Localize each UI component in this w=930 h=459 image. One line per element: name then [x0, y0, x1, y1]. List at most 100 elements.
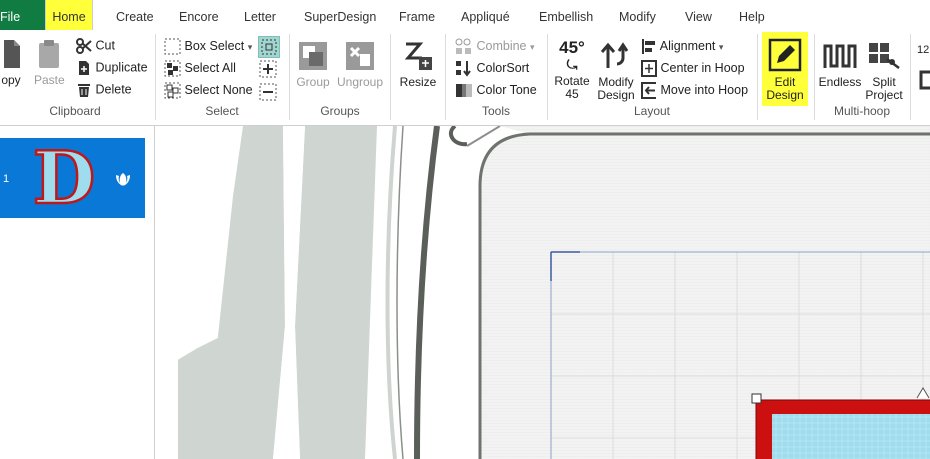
box-select-icon	[164, 38, 181, 55]
tab-help[interactable]: Help	[739, 0, 765, 30]
alignment-icon	[642, 39, 655, 54]
pencil-icon	[768, 38, 802, 72]
colorsort-label: ColorSort	[476, 60, 530, 75]
canvas-drawing	[155, 126, 930, 459]
combine-button[interactable]: Combine ▾	[455, 38, 535, 55]
select-frame-icon	[261, 39, 277, 55]
colortone-label: Color Tone	[476, 82, 537, 97]
select-all-button[interactable]: Select All	[164, 60, 236, 77]
box-select-button[interactable]: Box Select ▾	[164, 38, 252, 55]
tab-home[interactable]: Home	[45, 0, 93, 30]
rotate-icon: 45° ⤿	[559, 38, 585, 72]
split-project-button[interactable]: Split Project	[862, 40, 906, 102]
selection-handle[interactable]	[751, 393, 762, 404]
plus-box-icon	[259, 60, 277, 78]
center-in-hoop-label: Center in Hoop	[660, 60, 745, 75]
resize-label: Resize	[399, 75, 437, 89]
minus-box-icon	[259, 83, 277, 101]
resize-icon	[404, 42, 432, 70]
tab-letter[interactable]: Letter	[244, 0, 276, 30]
resize-button[interactable]: Resize	[398, 40, 438, 89]
endless-icon	[823, 44, 857, 68]
tab-applique[interactable]: Appliqué	[461, 0, 510, 30]
rotate-45-button[interactable]: 45° ⤿ Rotate 45	[550, 38, 594, 101]
alignment-label: Alignment	[659, 38, 716, 53]
design-index: 1	[3, 173, 10, 185]
rotate-label-2: 45	[565, 87, 579, 101]
chevron-down-icon: ▾	[247, 41, 253, 52]
combine-icon	[455, 38, 471, 54]
box-select-label: Box Select	[184, 38, 245, 53]
design-fabric-fill	[772, 414, 930, 459]
colortone-button[interactable]: Color Tone	[455, 82, 537, 99]
endless-label: Endless	[818, 75, 862, 89]
ungroup-icon	[346, 42, 374, 70]
tab-view[interactable]: View	[685, 0, 712, 30]
center-hoop-icon	[641, 60, 657, 77]
select-group-label: Select	[205, 104, 239, 118]
design-list-pane: 1 D D	[0, 126, 155, 459]
ungroup-button[interactable]: Ungroup	[335, 40, 385, 89]
edit-label-1: Edit	[774, 75, 796, 89]
remove-from-selection-button[interactable]	[259, 83, 277, 104]
modify-design-icon	[600, 42, 629, 68]
modify-design-button[interactable]: Modify Design	[594, 40, 638, 102]
group-icon	[299, 42, 327, 70]
layout-group-label: Layout	[633, 104, 671, 118]
clipboard-icon	[39, 40, 59, 68]
colorsort-button[interactable]: ColorSort	[455, 60, 529, 77]
tab-encore[interactable]: Encore	[179, 0, 219, 30]
select-none-label: Select None	[184, 82, 253, 97]
split-label-1: Split	[872, 75, 896, 89]
colortone-icon	[456, 84, 472, 97]
split-label-2: Project	[865, 88, 903, 102]
cut-button[interactable]: Cut	[76, 38, 115, 54]
move-into-hoop-label: Move into Hoop	[660, 82, 749, 97]
applique-icon	[116, 173, 130, 186]
tab-frame[interactable]: Frame	[399, 0, 435, 30]
truncated-icon	[918, 70, 930, 93]
paste-label: Paste	[34, 73, 65, 87]
paste-button[interactable]: Paste	[34, 38, 65, 87]
endless-button[interactable]: Endless	[818, 40, 862, 89]
modify-label-1: Modify	[598, 75, 634, 89]
tab-embellish[interactable]: Embellish	[539, 0, 593, 30]
tab-modify[interactable]: Modify	[619, 0, 656, 30]
combine-label: Combine	[476, 38, 527, 53]
design-letter-fill: D	[33, 142, 95, 208]
tab-create[interactable]: Create	[116, 0, 154, 30]
duplicate-label: Duplicate	[95, 60, 148, 75]
design-thumbnail: D D	[32, 142, 96, 208]
truncated-value: 12	[917, 44, 930, 56]
design-list-item[interactable]: 1 D D	[0, 138, 145, 218]
select-mode-toggle[interactable]	[258, 36, 280, 58]
alignment-button[interactable]: Alignment ▾	[641, 38, 723, 55]
select-all-label: Select All	[184, 60, 236, 75]
separator	[390, 34, 391, 120]
center-in-hoop-button[interactable]: Center in Hoop	[641, 60, 745, 77]
add-to-selection-button[interactable]	[259, 60, 277, 81]
move-hoop-icon	[641, 82, 656, 99]
duplicate-button[interactable]: Duplicate	[76, 60, 148, 76]
edit-design-button[interactable]: Edit Design	[762, 32, 808, 106]
clipboard-group-label: Clipboard	[49, 104, 101, 118]
copy-button[interactable]: opy	[0, 38, 26, 87]
split-project-icon	[869, 43, 900, 69]
rotate-label-1: Rotate	[554, 74, 590, 88]
design-canvas[interactable]	[155, 126, 930, 459]
ungroup-label: Ungroup	[336, 75, 384, 89]
tab-superdesign[interactable]: SuperDesign	[304, 0, 376, 30]
select-none-button[interactable]: Select None	[164, 82, 253, 99]
groups-group-label: Groups	[320, 104, 360, 118]
delete-label: Delete	[95, 82, 132, 97]
copy-label: opy	[1, 73, 21, 87]
group-button[interactable]: Group	[295, 40, 331, 89]
move-into-hoop-button[interactable]: Move into Hoop	[641, 82, 748, 99]
chevron-down-icon: ▾	[530, 41, 535, 52]
duplicate-icon	[79, 61, 89, 75]
delete-button[interactable]: Delete	[76, 82, 132, 98]
separator	[910, 34, 911, 120]
select-all-icon	[164, 60, 181, 77]
ribbon: opy Paste Cut Duplicate Delete Clipboard…	[0, 30, 930, 126]
scissors-icon	[76, 38, 92, 54]
